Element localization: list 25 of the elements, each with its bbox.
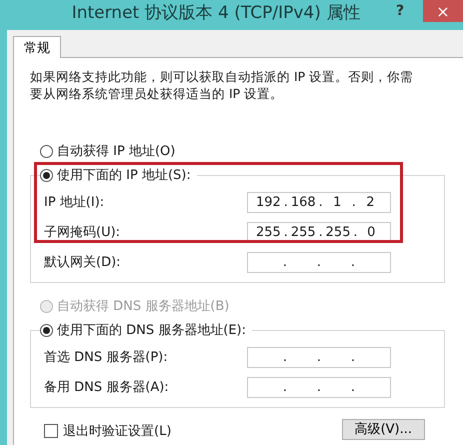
field-label: IP 地址(I): (44, 194, 106, 211)
field-label: 子网掩码(U): (44, 224, 122, 241)
field-label: 默认网关(D): (44, 254, 122, 271)
advanced-button[interactable]: 高级(V)... (342, 419, 425, 440)
ip-address-field[interactable]: . . . (247, 252, 391, 272)
radio-button[interactable] (40, 324, 53, 336)
checkbox[interactable] (44, 424, 58, 438)
help-button[interactable]: ? (385, 0, 415, 22)
radio-button[interactable] (40, 144, 53, 158)
close-button[interactable]: × (423, 0, 463, 22)
ip-address-field[interactable]: 255 . 255 . 255 . 0 (247, 222, 391, 242)
radio-label: 自动获得 IP 地址(O) (57, 143, 176, 160)
ip-address-field[interactable]: . . . (247, 376, 391, 398)
description-text: 如果网络支持此功能，则可以获取自动指派的 IP 设置。否则，你需要从网络系统管理员处获得适当的 IP 设置。 (30, 68, 414, 102)
ip-address-field[interactable]: . . . (247, 346, 391, 368)
radio-label: 自动获得 DNS 服务器地址(B) (57, 298, 230, 315)
checkbox-label: 退出时验证设置(L) (63, 423, 172, 440)
field-label: 备用 DNS 服务器(A): (44, 379, 170, 396)
field-label: 首选 DNS 服务器(P): (44, 349, 169, 366)
tab[interactable]: 常规 (13, 36, 61, 58)
radio-label: 使用下面的 IP 地址(S): (57, 167, 191, 184)
radio-button[interactable] (40, 168, 53, 182)
ip-address-field[interactable]: 192 . 168 . 1 . 2 (247, 192, 391, 212)
radio-label: 使用下面的 DNS 服务器地址(E): (57, 322, 246, 339)
window-title: Internet 协议版本 4 (TCP/IPv4) 属性 (70, 2, 362, 25)
